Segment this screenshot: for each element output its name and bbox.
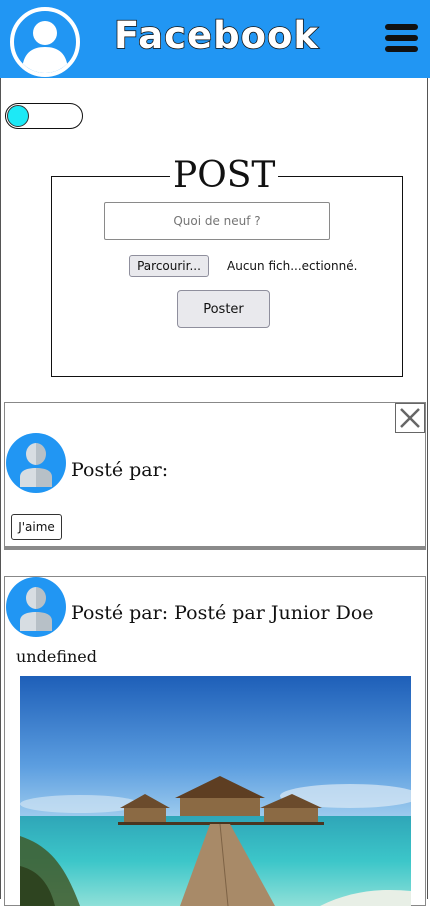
close-icon[interactable] bbox=[395, 403, 425, 433]
file-status-text: Aucun fich...ectionné. bbox=[227, 259, 358, 273]
hamburger-menu-icon[interactable] bbox=[385, 24, 418, 53]
like-button[interactable]: J'aime bbox=[11, 514, 62, 540]
author-avatar-icon bbox=[6, 577, 66, 637]
user-avatar-icon[interactable] bbox=[10, 7, 80, 77]
post-author: Posté par: bbox=[71, 459, 169, 481]
author-avatar-icon bbox=[6, 433, 66, 493]
browse-file-button[interactable]: Parcourir... bbox=[129, 255, 209, 277]
top-bar: Facebook bbox=[0, 0, 430, 78]
post-submit-button[interactable]: Poster bbox=[177, 290, 270, 328]
theme-toggle[interactable] bbox=[5, 103, 83, 129]
post-author: Posté par: Posté par Junior Doe bbox=[71, 602, 374, 624]
brand-title: Facebook bbox=[113, 13, 320, 58]
post-text-input[interactable] bbox=[104, 202, 330, 240]
post-photo bbox=[20, 676, 411, 906]
post-card: Posté par: Posté par Junior Doe undefine… bbox=[4, 576, 426, 906]
post-body-text: undefined bbox=[16, 647, 98, 666]
toggle-knob bbox=[7, 105, 29, 127]
composer-title: POST bbox=[170, 155, 279, 197]
post-composer: POST Parcourir... Aucun fich...ectionné.… bbox=[51, 155, 403, 377]
post-card: Posté par: J'aime bbox=[4, 402, 426, 550]
